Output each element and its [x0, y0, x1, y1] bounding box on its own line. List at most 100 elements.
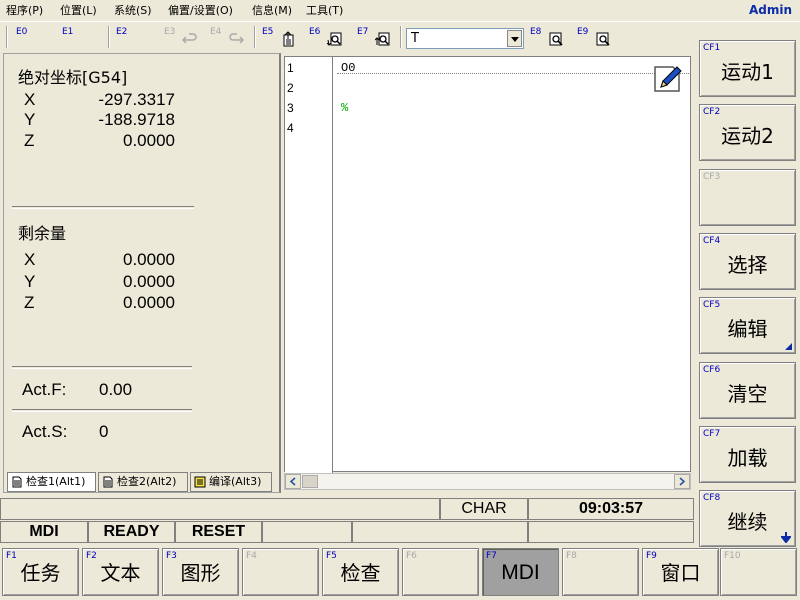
toolbar-key-e5[interactable]: E5 — [262, 27, 273, 37]
button-label: 加载 — [727, 446, 768, 470]
remaining-z-value: 0.0000 — [123, 293, 175, 312]
toolbar: E0 E1 E2 E3 E4 E5 E6 E7 T E8 E9 — [0, 23, 800, 51]
f10-button: F10 — [720, 548, 797, 596]
toolbar-key-e9[interactable]: E9 — [577, 27, 588, 37]
f2-text-button[interactable]: F2 文本 — [82, 548, 159, 596]
tab-label: 检查1(Alt1) — [26, 475, 86, 488]
f3-graphics-button[interactable]: F3 图形 — [162, 548, 239, 596]
button-label: 编辑 — [727, 317, 768, 341]
button-label: 文本 — [100, 561, 141, 585]
toolbar-separator — [6, 26, 8, 48]
menu-bar: 程序(P) 位置(L) 系统(S) 偏置/设置(O) 信息(M) 工具(T) A… — [0, 0, 800, 22]
divider — [12, 206, 194, 209]
cf5-edit-button[interactable]: CF5 编辑 — [699, 297, 796, 354]
key-label: CF2 — [703, 107, 721, 117]
status-message-area — [0, 498, 440, 520]
menu-system[interactable]: 系统(S) — [114, 4, 152, 18]
cf7-load-button[interactable]: CF7 加载 — [699, 426, 796, 483]
absolute-axis-label: Y — [24, 110, 36, 129]
menu-tools[interactable]: 工具(T) — [306, 4, 343, 18]
actual-spindle-label: Act.S: — [22, 422, 68, 441]
key-label: F6 — [406, 551, 417, 561]
toolbar-key-e3: E3 — [164, 27, 176, 37]
search-down-icon[interactable] — [327, 31, 343, 47]
key-label: F10 — [724, 551, 741, 561]
f4-button: F4 — [242, 548, 319, 596]
toolbar-key-e8[interactable]: E8 — [530, 27, 541, 37]
menu-offset-setting[interactable]: 偏置/设置(O) — [168, 4, 233, 18]
status-mode: MDI — [0, 521, 88, 543]
submenu-corner-icon — [785, 343, 792, 350]
remaining-y-value: 0.0000 — [123, 272, 175, 291]
tab-check2[interactable]: 检查2(Alt2) — [98, 472, 188, 492]
f7-mdi-button[interactable]: F7 MDI — [482, 548, 559, 596]
search-up-icon[interactable] — [375, 31, 391, 47]
line-number: 1 — [287, 61, 294, 75]
toolbar-separator — [400, 26, 402, 48]
status-clock: 09:03:57 — [528, 498, 694, 520]
remaining-x-value: 0.0000 — [123, 250, 175, 269]
document-icon — [103, 476, 113, 488]
tab-label: 检查2(Alt2) — [117, 475, 177, 488]
edit-pencil-icon[interactable] — [651, 61, 685, 95]
status-reset: RESET — [175, 521, 262, 543]
menu-program[interactable]: 程序(P) — [6, 4, 43, 18]
tab-check1[interactable]: 检查1(Alt1) — [7, 472, 96, 492]
toolbar-separator — [254, 26, 256, 48]
toolbar-key-e1[interactable]: E1 — [62, 27, 73, 37]
button-label: MDI — [501, 561, 540, 584]
tab-compile[interactable]: 编译(Alt3) — [190, 472, 272, 492]
absolute-x-value: -297.3317 — [98, 90, 175, 109]
f9-window-button[interactable]: F9 窗口 — [642, 548, 719, 596]
chevron-down-icon[interactable] — [507, 30, 522, 47]
line-number: 4 — [287, 121, 294, 135]
menu-message[interactable]: 信息(M) — [252, 4, 292, 18]
tool-select[interactable]: T — [406, 28, 524, 49]
status-ready: READY — [88, 521, 175, 543]
cf1-motion1-button[interactable]: CF1 运动1 — [699, 40, 796, 97]
key-label: CF1 — [703, 43, 721, 53]
code-line[interactable]: O0 — [341, 61, 355, 75]
button-label: 清空 — [727, 382, 768, 406]
scroll-thumb[interactable] — [302, 475, 318, 488]
cf2-motion2-button[interactable]: CF2 运动2 — [699, 104, 796, 161]
scroll-right-button[interactable] — [674, 474, 690, 489]
menu-position[interactable]: 位置(L) — [60, 4, 97, 18]
toolbar-key-e6[interactable]: E6 — [309, 27, 320, 37]
f1-task-button[interactable]: F1 任务 — [2, 548, 79, 596]
line-number-gutter: 1 2 3 4 — [285, 57, 333, 473]
cf6-clear-button[interactable]: CF6 清空 — [699, 362, 796, 419]
position-panel: 绝对坐标[G54] X -297.3317 Y -188.9718 Z 0.00… — [3, 53, 281, 493]
toolbar-key-e7[interactable]: E7 — [357, 27, 368, 37]
f8-button: F8 — [562, 548, 639, 596]
line-number: 2 — [287, 81, 294, 95]
horizontal-scrollbar[interactable] — [284, 473, 691, 490]
program-editor[interactable]: 1 2 3 4 O0 % — [284, 56, 691, 473]
key-label: CF4 — [703, 236, 721, 246]
absolute-y-value: -188.9718 — [98, 110, 175, 129]
status-cell — [528, 521, 694, 543]
cf8-continue-button[interactable]: CF8 继续 — [699, 490, 796, 547]
document-icon — [12, 476, 22, 488]
status-cell — [262, 521, 352, 543]
code-line[interactable]: % — [341, 101, 348, 115]
key-label: CF3 — [703, 172, 721, 182]
toolbar-key-e0[interactable]: E0 — [16, 27, 27, 37]
current-line-marker — [337, 73, 689, 74]
find-next-icon[interactable] — [595, 31, 611, 47]
button-label: 选择 — [727, 253, 768, 277]
remaining-axis-label: X — [24, 250, 36, 269]
cf4-select-button[interactable]: CF4 选择 — [699, 233, 796, 290]
f6-button: F6 — [402, 548, 479, 596]
toolbar-key-e2[interactable]: E2 — [116, 27, 127, 37]
document-upload-icon[interactable] — [280, 31, 296, 47]
redo-icon — [229, 33, 244, 44]
arrow-down-icon — [781, 532, 791, 543]
button-label: 图形 — [180, 561, 221, 585]
absolute-axis-label: X — [24, 90, 36, 109]
find-icon[interactable] — [548, 31, 564, 47]
f5-check-button[interactable]: F5 检查 — [322, 548, 399, 596]
scroll-left-button[interactable] — [285, 474, 301, 489]
remaining-axis-label: Y — [24, 272, 36, 291]
tab-label: 编译(Alt3) — [209, 475, 262, 488]
